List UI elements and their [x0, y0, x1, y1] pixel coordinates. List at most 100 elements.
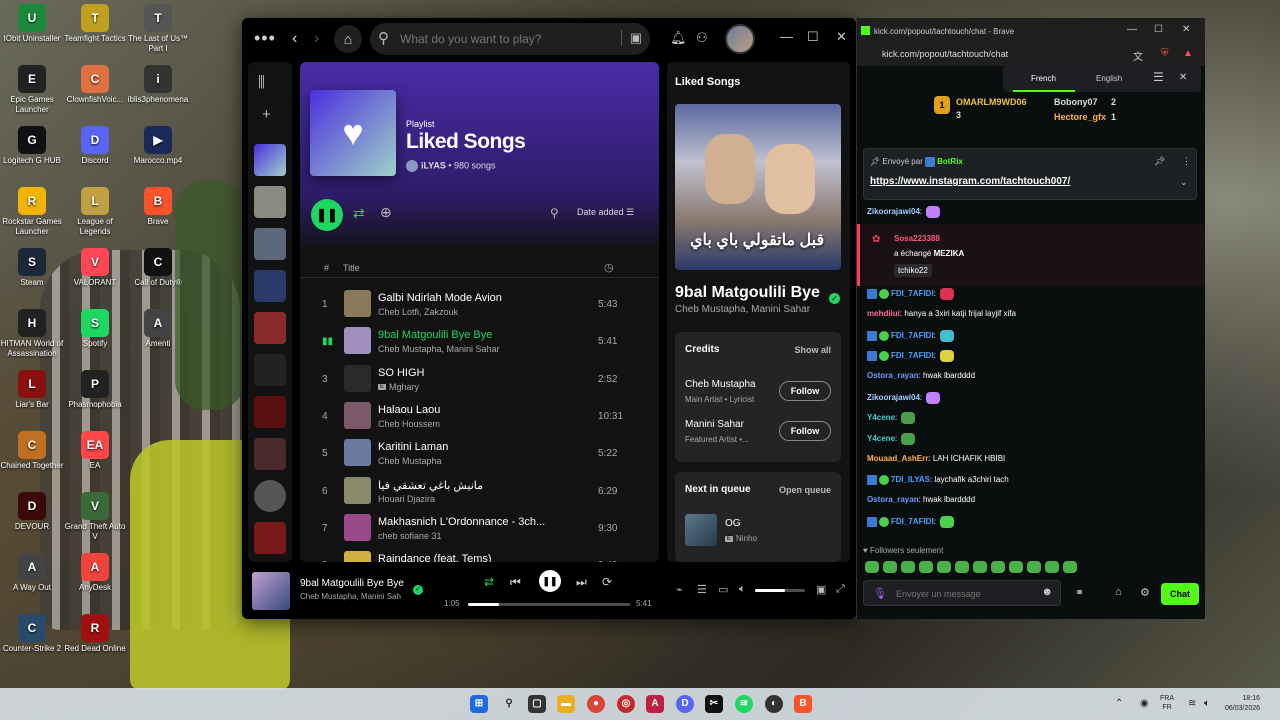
chevron-down-icon[interactable]: ⌄: [1180, 177, 1188, 188]
emote-icon[interactable]: [883, 561, 897, 573]
desktop-icon[interactable]: V Grand Theft Auto V: [63, 492, 127, 542]
chat-username[interactable]: FDI_7AFIDI: [891, 517, 934, 526]
app-icon[interactable]: ◎: [617, 695, 635, 713]
app-icon[interactable]: ◐: [765, 695, 783, 713]
show-all-link[interactable]: Show all: [794, 345, 831, 355]
more-icon[interactable]: ⋮: [1182, 156, 1191, 167]
desktop-icon[interactable]: D Discord: [63, 126, 127, 166]
desktop-icon[interactable]: C ClownfishVoic...: [63, 65, 127, 105]
track-title[interactable]: 9bal Matgoulili Bye Bye: [378, 329, 548, 341]
credit-name[interactable]: Cheb Mustapha: [685, 379, 756, 390]
minimize-icon[interactable]: —: [780, 29, 793, 44]
queue-icon[interactable]: ☰: [697, 583, 707, 596]
profile-avatar[interactable]: [725, 24, 755, 54]
track-title[interactable]: مانيش باغي تعشقي فيا: [378, 479, 548, 492]
desktop-icon[interactable]: A Amenti: [126, 309, 190, 349]
chrome-icon[interactable]: ●: [587, 695, 605, 713]
desktop-icon[interactable]: S Steam: [0, 248, 64, 288]
connect-device-icon[interactable]: ▭: [718, 583, 728, 596]
desktop-icon[interactable]: P Phasmophobia: [63, 370, 127, 410]
desktop-icon[interactable]: EA EA: [63, 431, 127, 471]
tray-app-icon[interactable]: ◉: [1140, 698, 1149, 709]
task-view-icon[interactable]: ▢: [528, 695, 546, 713]
track-row[interactable]: 6 مانيش باغي تعشقي فيا Houari Djazira 6:29: [300, 473, 659, 510]
next-icon[interactable]: ⏭︎: [576, 575, 587, 590]
track-artist-text[interactable]: Cheb Lotfi, Zakzouk: [378, 307, 458, 317]
chat-input-box[interactable]: 🎙︎ ☻: [863, 580, 1061, 606]
back-arrow-icon[interactable]: ‹: [292, 30, 297, 48]
lang-english-tab[interactable]: English: [1096, 74, 1122, 83]
progress-bar[interactable]: [468, 603, 630, 606]
desktop-icon[interactable]: C Call of Duty®: [126, 248, 190, 288]
search-bar[interactable]: ⚲ ▣: [370, 23, 650, 55]
library-tile-liked-songs[interactable]: [254, 144, 286, 176]
track-row[interactable]: 4 Halaou Laou Cheb Houssem 10:31: [300, 398, 659, 435]
podium-name[interactable]: Bobony07: [1054, 97, 1098, 107]
desktop-icon[interactable]: ▶ Marocco.mp4: [126, 126, 190, 166]
browse-icon[interactable]: ▣: [620, 30, 642, 46]
chat-username[interactable]: Y4cene: [867, 434, 895, 443]
settings-gear-icon[interactable]: ⚙: [1140, 586, 1150, 599]
track-artist-text[interactable]: Mghary: [389, 382, 419, 392]
desktop-icon[interactable]: R Rockstar Games Launcher: [0, 187, 64, 237]
chat-username[interactable]: FDI_7AFIDI: [891, 351, 934, 360]
address-bar[interactable]: kick.com/popout/tachtouch/chat 文 ⛨ ▲: [857, 44, 1205, 66]
emote-icon[interactable]: [1009, 561, 1023, 573]
volume-slider[interactable]: [755, 589, 805, 592]
chat-username[interactable]: Ostora_rayan: [867, 495, 919, 504]
spotify-icon[interactable]: ≋: [735, 695, 753, 713]
track-row[interactable]: 8Raindance (feat. Tems)E▶Music video • D…: [300, 547, 659, 562]
open-queue-link[interactable]: Open queue: [779, 485, 831, 495]
queue-title[interactable]: OG: [725, 518, 741, 529]
track-row[interactable]: 5 Karitini Laman Cheb Mustapha 5:22: [300, 435, 659, 472]
minimize-icon[interactable]: —: [1127, 24, 1137, 35]
library-tile[interactable]: [254, 396, 286, 428]
podium-name[interactable]: Hectore_gfx: [1054, 112, 1106, 122]
notifications-icon[interactable]: 🔔︎: [670, 30, 687, 46]
volume-icon[interactable]: 🔈︎: [739, 583, 746, 596]
desktop-icon[interactable]: R Red Dead Online: [63, 614, 127, 654]
wifi-icon[interactable]: ≋: [1188, 698, 1196, 709]
capcut-icon[interactable]: ✂: [705, 695, 723, 713]
search-in-playlist-icon[interactable]: ⚲: [550, 206, 559, 220]
windows-start-icon[interactable]: ⊞: [470, 695, 488, 713]
microphone-icon[interactable]: 🎙︎: [873, 587, 887, 600]
track-title[interactable]: Halaou Laou: [378, 404, 548, 416]
unpin-icon[interactable]: 📌︎: [1154, 156, 1165, 167]
track-title[interactable]: Makhasnich L'Ordonnance - 3ch...: [378, 516, 548, 528]
player-title[interactable]: 9bal Matgoulili Bye Bye: [300, 578, 404, 589]
pinned-link[interactable]: https://www.instagram.com/tachtouch007/: [870, 176, 1070, 187]
chat-username[interactable]: FDI_7AFIDI: [891, 289, 934, 298]
brave-rewards-icon[interactable]: ▲: [1183, 48, 1193, 59]
podium-name[interactable]: OMARLM9WD06: [956, 97, 1027, 107]
file-explorer-icon[interactable]: ▬: [557, 695, 575, 713]
friend-activity-icon[interactable]: ⚇: [696, 30, 708, 46]
track-artist-text[interactable]: Cheb Houssem: [378, 419, 440, 429]
chat-username[interactable]: Zikoorajawi04: [867, 207, 920, 216]
track-row[interactable]: ▮▮ 9bal Matgoulili Bye Bye Cheb Mustapha, …: [300, 323, 659, 360]
library-tile[interactable]: [254, 438, 286, 470]
track-artist-text[interactable]: cheb sofiane 31: [378, 531, 442, 541]
desktop-icon[interactable]: C Counter-Strike 2: [0, 614, 64, 654]
desktop-icon[interactable]: L Liar's Bar: [0, 370, 64, 410]
search-icon[interactable]: ⚲: [500, 695, 518, 713]
language-indicator[interactable]: FRA FR: [1160, 694, 1174, 712]
desktop-icon[interactable]: i iblis3phenomena: [126, 65, 190, 105]
forward-arrow-icon[interactable]: ›: [314, 30, 319, 48]
desktop-icon[interactable]: E Epic Games Launcher: [0, 65, 64, 115]
saved-check-icon[interactable]: ✓: [829, 293, 840, 304]
tray-chevron-icon[interactable]: ⌃: [1115, 698, 1123, 709]
maximize-icon[interactable]: ☐: [1154, 24, 1163, 35]
np-title[interactable]: 9bal Matgoulili Bye B: [675, 284, 825, 302]
lang-french-tab[interactable]: French: [1031, 74, 1056, 83]
emote-icon[interactable]: [955, 561, 969, 573]
desktop-icon[interactable]: V VALORANT: [63, 248, 127, 288]
sort-dropdown[interactable]: Date added ☰: [577, 207, 634, 218]
gift-user[interactable]: Sosa223388: [894, 234, 940, 243]
chat-username[interactable]: Mouaad_AshErr: [867, 454, 928, 463]
desktop-icon[interactable]: T Teamfight Tactics: [63, 4, 127, 44]
chat-username[interactable]: Zikoorajawi04: [867, 393, 920, 402]
now-playing-view-icon[interactable]: ⌁: [676, 583, 683, 596]
shuffle-icon[interactable]: ⇄: [484, 575, 494, 589]
credit-name[interactable]: Manini Sahar: [685, 419, 744, 430]
